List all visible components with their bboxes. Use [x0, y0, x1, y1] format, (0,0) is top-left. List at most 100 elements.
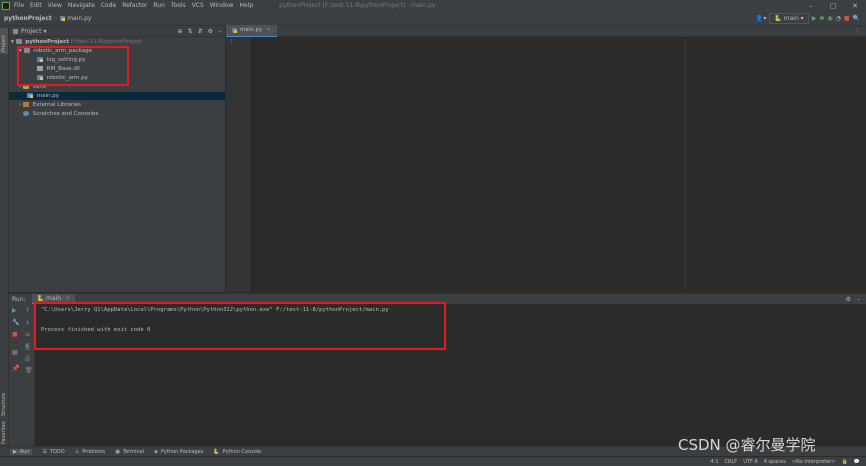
menu-bar: File Edit View Navigate Code Refactor Run Tools…	[0, 0, 866, 11]
scratches-icon	[22, 111, 29, 116]
run-toolbar: ▶ ↑ 🔧 ↓ ■ ≡ ▦ ⇩ ⎙ 📌 🗑	[9, 304, 35, 446]
tree-item-label: main.py	[36, 93, 59, 99]
editor-tab-bar: main.py × ⋮	[226, 24, 866, 38]
problems-icon: ⚠	[74, 448, 80, 455]
menu-item-refactor[interactable]: Refactor	[122, 2, 147, 9]
maximize-icon[interactable]: ▢	[822, 2, 844, 10]
interpreter-status[interactable]: <No interpreter>	[792, 459, 836, 465]
pin-icon[interactable]: 📌	[12, 365, 19, 372]
debug-icon[interactable]: ✱	[819, 14, 824, 23]
collapse-all-icon[interactable]: ⇅	[188, 28, 193, 35]
bottom-tab-todo[interactable]: ☰ TODO	[42, 449, 64, 455]
terminal-icon: ▣	[115, 448, 120, 455]
breadcrumb-project[interactable]: pythonProject	[4, 15, 52, 22]
rerun-icon[interactable]: ▶	[12, 307, 17, 314]
project-panel-title[interactable]: Project	[21, 28, 42, 35]
layout-icon[interactable]: ▦	[12, 349, 18, 356]
editor-menu-icon[interactable]: ⋮	[854, 28, 860, 35]
up-icon[interactable]: ↑	[25, 307, 30, 314]
editor-tab-label: main.py	[240, 27, 263, 33]
packages-icon: ◈	[154, 448, 158, 455]
print-icon[interactable]: ⎙	[25, 355, 30, 363]
scroll-end-icon[interactable]: ⇩	[25, 343, 31, 350]
bottom-tab-terminal[interactable]: ▣ Terminal	[115, 449, 144, 455]
stop-icon[interactable]: ■	[844, 14, 850, 23]
line-number: 1	[230, 39, 234, 45]
tree-item-project-root[interactable]: ▾ pythonProject F:\test-11-8\pythonProje…	[11, 38, 142, 46]
minimize-icon[interactable]: –	[800, 2, 822, 10]
collapse-arrow-icon: ›	[19, 102, 22, 108]
tree-item-label: External Libraries	[32, 102, 82, 108]
bottom-tab-label: Python Console	[222, 448, 262, 455]
menu-item-navigate[interactable]: Navigate	[68, 2, 95, 9]
gear-icon[interactable]: ⚙	[846, 296, 851, 303]
menu-item-edit[interactable]: Edit	[30, 2, 42, 9]
menu-item-vcs[interactable]: VCS	[192, 2, 204, 9]
file-encoding[interactable]: UTF-8	[743, 459, 758, 465]
run-panel-label: Run:	[12, 295, 26, 303]
project-view-dropdown-icon[interactable]: ▾	[44, 28, 47, 35]
breadcrumb-file[interactable]: main.py	[67, 15, 91, 22]
highlight-box-console	[34, 302, 446, 350]
close-tab-icon[interactable]: ×	[65, 295, 70, 302]
menu-item-file[interactable]: File	[14, 2, 24, 9]
bottom-tab-label: Problems	[82, 448, 106, 455]
navigation-bar: pythonProject › main.py 👤▾ 🐍 main ▾ ▶ ✱ …	[0, 11, 866, 26]
bottom-tab-run[interactable]: ▶ Run	[10, 448, 33, 455]
line-separator[interactable]: CRLF	[725, 459, 738, 465]
wrench-icon[interactable]: 🔧	[12, 319, 19, 326]
menu-item-code[interactable]: Code	[101, 2, 116, 9]
favorites-tool-label[interactable]: Favorites	[1, 421, 7, 444]
trash-icon[interactable]: 🗑	[25, 367, 33, 374]
menu-item-view[interactable]: View	[48, 2, 62, 9]
tree-item-label: pythonProject	[25, 39, 70, 45]
project-view-icon	[13, 28, 18, 34]
tree-item-external-libraries[interactable]: › External Libraries	[19, 101, 81, 109]
app-logo-icon	[2, 1, 10, 10]
python-config-icon: 🐍	[36, 294, 45, 302]
tree-item-scratches[interactable]: › Scratches and Consoles	[19, 110, 98, 118]
structure-tool-label[interactable]: Structure	[1, 393, 7, 416]
right-margin-guide	[685, 37, 686, 292]
close-icon[interactable]: ✕	[844, 2, 866, 10]
menu-item-run[interactable]: Run	[153, 2, 165, 9]
expand-arrow-icon: ▾	[11, 39, 14, 45]
run-icon[interactable]: ▶	[812, 14, 817, 23]
soft-wrap-icon[interactable]: ≡	[25, 331, 30, 338]
tree-item-main[interactable]: main.py	[9, 92, 225, 100]
hide-icon[interactable]: –	[857, 296, 860, 303]
project-tool-label: Project	[1, 34, 7, 52]
profile-icon[interactable]: ◔	[836, 14, 841, 23]
user-icon[interactable]: 👤▾	[756, 14, 766, 23]
python-file-icon	[60, 15, 66, 21]
indent-setting[interactable]: 4 spaces	[764, 459, 786, 465]
down-icon[interactable]: ↓	[25, 319, 30, 326]
code-editor[interactable]	[250, 37, 866, 292]
bottom-tab-problems[interactable]: ⚠ Problems	[75, 449, 106, 455]
search-icon[interactable]: 🔍	[853, 14, 860, 23]
locate-icon[interactable]: ⊕	[178, 28, 183, 35]
status-bar: 4:1 CRLF UTF-8 4 spaces <No interpreter>…	[0, 456, 866, 466]
bottom-tab-python-packages[interactable]: ◈ Python Packages	[154, 449, 203, 455]
bottom-tab-python-console[interactable]: 🐍 Python Console	[213, 449, 261, 455]
stop-icon[interactable]: ■	[12, 331, 18, 338]
editor-tab-main[interactable]: main.py ×	[226, 24, 277, 38]
coverage-icon[interactable]: ◉	[827, 14, 832, 23]
run-config-select[interactable]: 🐍 main ▾	[769, 12, 809, 24]
expand-icon[interactable]: ⇵	[198, 28, 203, 35]
menu-item-help[interactable]: Help	[239, 2, 253, 9]
close-tab-icon[interactable]: ×	[266, 27, 271, 33]
python-config-icon: 🐍	[774, 14, 784, 22]
caret-position[interactable]: 4:1	[711, 459, 719, 465]
hide-icon[interactable]: –	[218, 28, 221, 35]
gear-icon[interactable]: ⚙	[208, 28, 213, 35]
run-config-label: main	[783, 14, 799, 22]
library-icon	[22, 102, 29, 107]
project-panel-header: Project ▾ ⊕ ⇅ ⇵ ⚙ –	[9, 26, 225, 37]
menu-item-window[interactable]: Window	[210, 2, 234, 9]
event-log-icon[interactable]: 💬	[854, 459, 860, 465]
lock-icon[interactable]: 🔒	[842, 459, 848, 465]
python-file-icon	[232, 27, 237, 33]
run-icon: ▶	[13, 448, 17, 455]
menu-item-tools[interactable]: Tools	[171, 2, 186, 9]
